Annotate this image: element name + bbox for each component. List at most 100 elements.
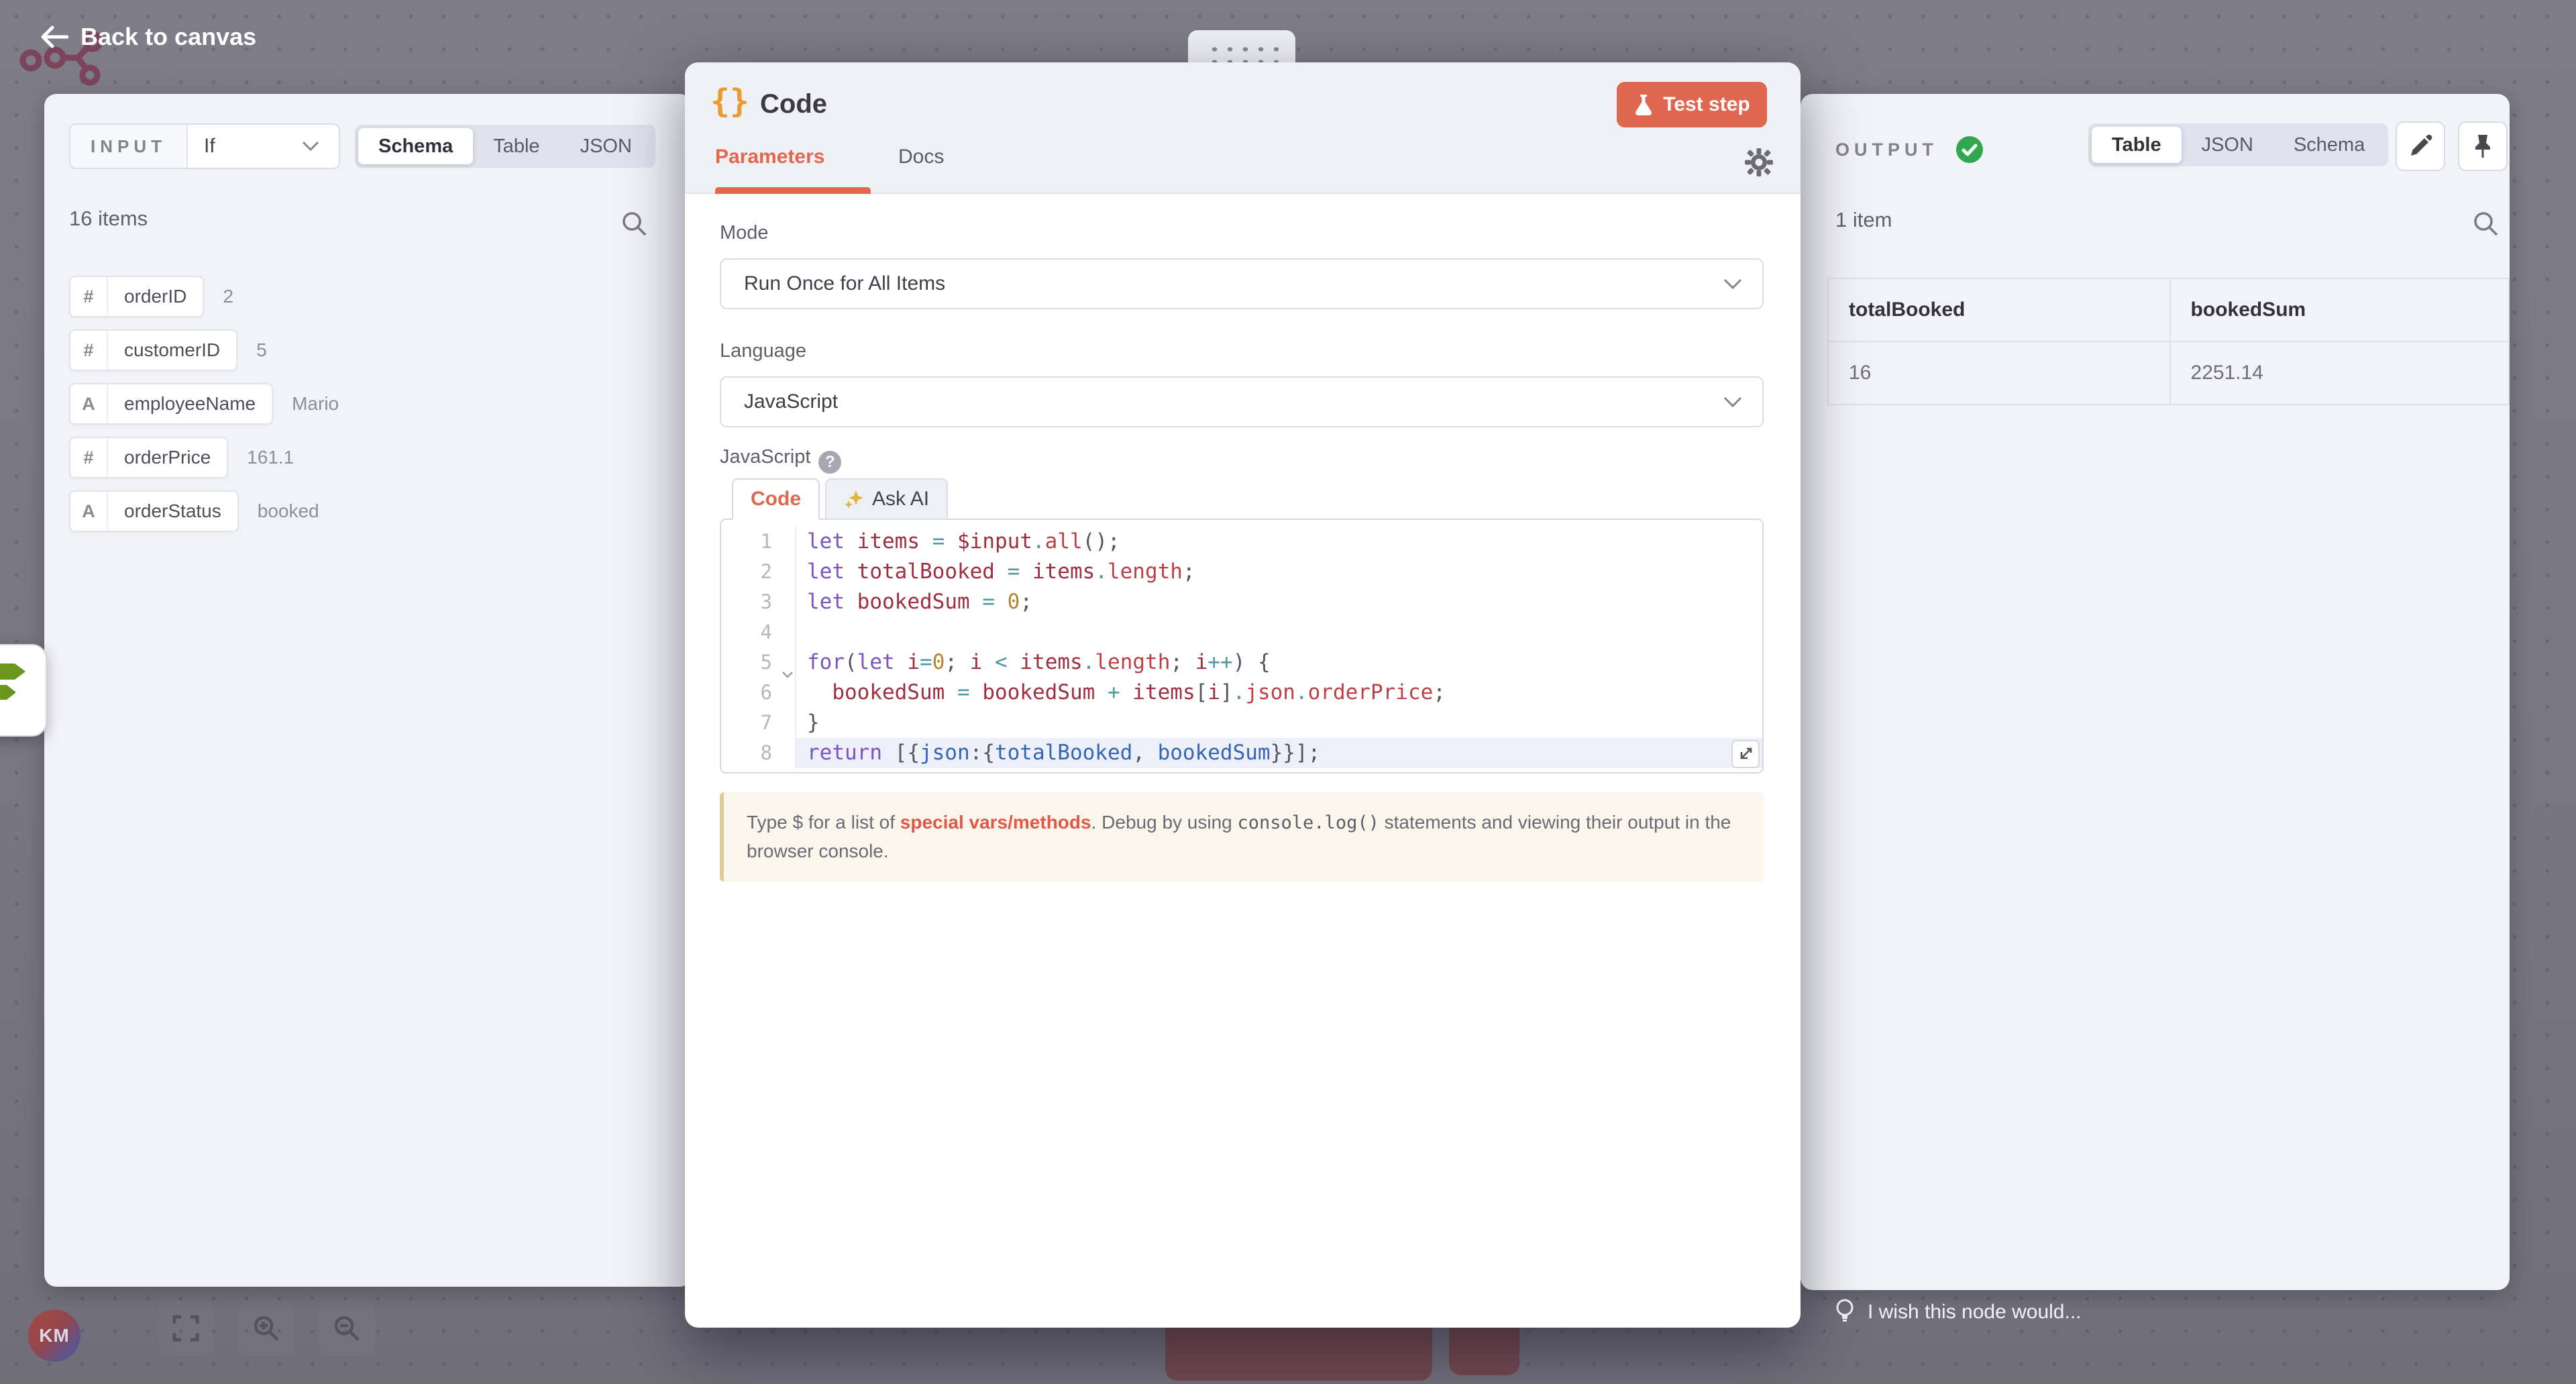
chevron-down-icon bbox=[1723, 278, 1742, 290]
field-type-icon: A bbox=[70, 492, 108, 531]
input-source-value: If bbox=[204, 135, 215, 158]
code-line-3[interactable]: 3let bookedSum = 0; bbox=[721, 587, 1762, 617]
code-node-modal: {} Code Test step Parameters Docs Mode bbox=[685, 62, 1801, 1328]
node-feedback-button[interactable]: I wish this node would... bbox=[1835, 1299, 2082, 1326]
output-tab-json[interactable]: JSON bbox=[2182, 127, 2273, 163]
field-name: orderID bbox=[108, 277, 203, 316]
input-panel-label: INPUT bbox=[70, 125, 188, 168]
gear-icon[interactable] bbox=[1743, 147, 1774, 178]
line-number: 1 bbox=[721, 527, 796, 557]
field-value: 5 bbox=[256, 339, 267, 361]
field-pill[interactable]: #orderPrice bbox=[69, 437, 228, 478]
field-name: orderStatus bbox=[108, 492, 237, 531]
code-line-content: let items = $input.all(); bbox=[796, 527, 1120, 557]
code-line-content: for(let i=0; i < items.length; i++) { bbox=[796, 647, 1271, 678]
output-search-icon[interactable] bbox=[2471, 209, 2500, 237]
pencil-icon bbox=[2408, 134, 2432, 158]
code-line-1[interactable]: 1let items = $input.all(); bbox=[721, 527, 1762, 557]
mode-select[interactable]: Run Once for All Items bbox=[720, 258, 1764, 309]
language-select[interactable]: JavaScript bbox=[720, 376, 1764, 427]
pin-icon bbox=[2471, 134, 2494, 159]
test-step-label: Test step bbox=[1663, 93, 1750, 116]
special-vars-link[interactable]: special vars/methods bbox=[900, 812, 1091, 833]
input-tab-json[interactable]: JSON bbox=[560, 128, 652, 164]
editor-label: JavaScript? bbox=[720, 446, 841, 474]
zoom-in-button[interactable] bbox=[238, 1300, 294, 1356]
tab-docs[interactable]: Docs bbox=[898, 146, 944, 168]
field-value: Mario bbox=[292, 393, 339, 415]
line-number: 3 bbox=[721, 587, 796, 617]
code-line-5[interactable]: 5for(let i=0; i < items.length; i++) { bbox=[721, 647, 1762, 678]
code-line-content: bookedSum = bookedSum + items[i].json.or… bbox=[796, 678, 1446, 708]
code-line-7[interactable]: 7} bbox=[721, 708, 1762, 738]
code-line-8[interactable]: 8return [{json:{totalBooked, bookedSum}}… bbox=[721, 738, 1762, 768]
fit-view-button[interactable] bbox=[158, 1300, 214, 1356]
code-editor[interactable]: 1let items = $input.all();2let totalBook… bbox=[720, 519, 1764, 774]
test-step-button[interactable]: Test step bbox=[1617, 82, 1767, 127]
input-view-tabs: SchemaTableJSON bbox=[355, 125, 655, 168]
editor-tab-ask-ai[interactable]: Ask AI bbox=[825, 478, 948, 520]
expand-editor-icon bbox=[1737, 746, 1754, 762]
input-panel: INPUT If SchemaTableJSON 16 items #order… bbox=[44, 94, 692, 1287]
table-row: 162251.14 bbox=[1828, 341, 2509, 405]
edit-output-button[interactable] bbox=[2396, 121, 2445, 171]
zoom-out-icon bbox=[333, 1314, 361, 1342]
if-node-icon bbox=[0, 658, 39, 723]
field-pill[interactable]: AemployeeName bbox=[69, 383, 273, 425]
editor-tab-code[interactable]: Code bbox=[732, 478, 820, 520]
node-title: Code bbox=[760, 89, 827, 119]
input-source-select[interactable]: INPUT If bbox=[69, 123, 340, 169]
expand-editor-button[interactable] bbox=[1731, 740, 1760, 768]
canvas-zoom-controls bbox=[158, 1300, 375, 1356]
line-number: 2 bbox=[721, 557, 796, 587]
code-line-4[interactable]: 4 bbox=[721, 617, 1762, 647]
field-type-icon: A bbox=[70, 384, 108, 423]
input-tab-table[interactable]: Table bbox=[473, 128, 559, 164]
field-value: 161.1 bbox=[247, 447, 294, 468]
output-column-bookedsum: bookedSum bbox=[2170, 278, 2509, 341]
help-icon[interactable]: ? bbox=[818, 451, 841, 474]
field-type-icon: # bbox=[70, 277, 108, 316]
chevron-down-icon bbox=[1723, 396, 1742, 408]
back-to-canvas-button[interactable]: Back to canvas bbox=[40, 23, 256, 51]
schema-field-employeename: AemployeeName Mario bbox=[69, 383, 339, 425]
field-name: orderPrice bbox=[108, 438, 227, 477]
editor-tabs: CodeAsk AI bbox=[732, 478, 948, 520]
line-number: 8 bbox=[721, 738, 796, 768]
field-pill[interactable]: #customerID bbox=[69, 329, 237, 371]
output-tab-table[interactable]: Table bbox=[2092, 127, 2182, 163]
table-cell: 2251.14 bbox=[2170, 341, 2509, 405]
language-label: Language bbox=[720, 340, 806, 362]
schema-field-orderstatus: AorderStatusbooked bbox=[69, 490, 319, 532]
zoom-in-icon bbox=[252, 1314, 280, 1342]
modal-header: {} Code Test step Parameters Docs bbox=[685, 62, 1801, 194]
output-column-totalbooked: totalBooked bbox=[1828, 278, 2170, 341]
output-panel-label: OUTPUT bbox=[1835, 140, 1938, 160]
pin-output-button[interactable] bbox=[2458, 121, 2508, 171]
line-number: 6 bbox=[721, 678, 796, 708]
mode-value: Run Once for All Items bbox=[744, 272, 945, 295]
fit-view-icon bbox=[172, 1315, 199, 1342]
field-value: 2 bbox=[223, 286, 233, 307]
success-check-icon bbox=[1955, 136, 1984, 164]
code-line-content: let bookedSum = 0; bbox=[796, 587, 1032, 617]
input-tab-schema[interactable]: Schema bbox=[358, 128, 473, 164]
code-line-content: let totalBooked = items.length; bbox=[796, 557, 1195, 587]
avatar[interactable]: KM bbox=[28, 1310, 80, 1362]
code-line-2[interactable]: 2let totalBooked = items.length; bbox=[721, 557, 1762, 587]
field-type-icon: # bbox=[70, 438, 108, 477]
input-node-peek-if[interactable] bbox=[0, 644, 47, 737]
field-type-icon: # bbox=[70, 331, 108, 370]
input-search-icon[interactable] bbox=[620, 209, 648, 237]
tab-parameters[interactable]: Parameters bbox=[715, 146, 824, 168]
line-number: 5 bbox=[721, 647, 796, 678]
zoom-out-button[interactable] bbox=[319, 1300, 375, 1356]
code-line-6[interactable]: 6 bookedSum = bookedSum + items[i].json.… bbox=[721, 678, 1762, 708]
lightbulb-icon bbox=[1835, 1299, 1854, 1326]
editor-hint-notice: Type $ for a list of special vars/method… bbox=[720, 792, 1764, 882]
output-tab-schema[interactable]: Schema bbox=[2273, 127, 2385, 163]
field-pill[interactable]: AorderStatus bbox=[69, 490, 239, 532]
mode-label: Mode bbox=[720, 222, 769, 244]
table-cell: 16 bbox=[1828, 341, 2170, 405]
field-pill[interactable]: #orderID bbox=[69, 276, 204, 317]
